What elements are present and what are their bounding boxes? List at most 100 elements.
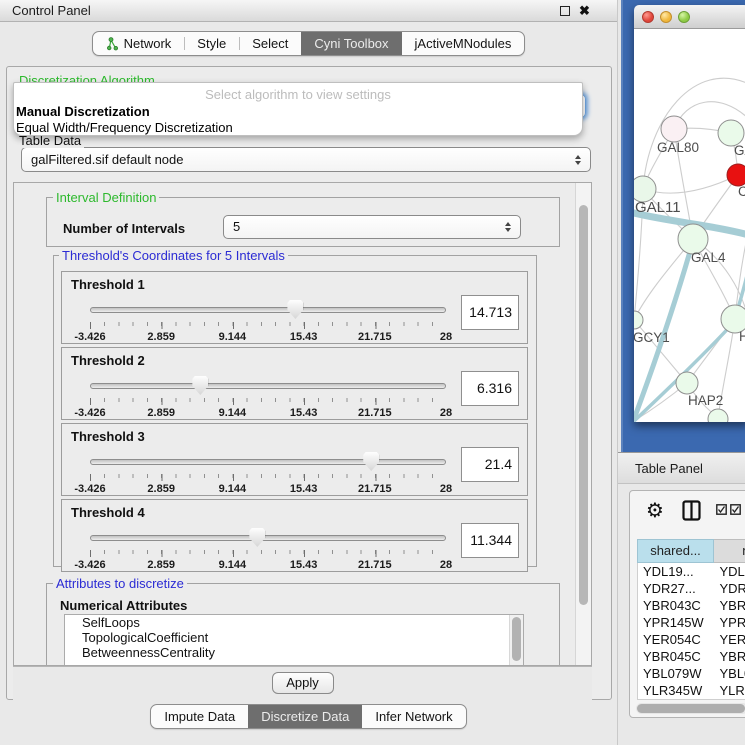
cell[interactable]: YDR2	[714, 580, 745, 597]
tab-select[interactable]: Select	[239, 32, 301, 55]
threshold-3-value-field[interactable]: 21.4	[461, 447, 519, 482]
table-row[interactable]: YBR045CYBR0	[638, 648, 745, 665]
node-gcy1[interactable]	[634, 311, 643, 329]
cell[interactable]: YDL19...	[638, 563, 714, 580]
node-table: shared... na YDL19...YDL1 YDR27...YDR2 Y…	[637, 539, 745, 700]
table-row[interactable]: YBR043CYBR0	[638, 597, 745, 614]
checked-box-icon[interactable]	[716, 504, 727, 515]
option-equal-width-frequency[interactable]: Equal Width/Frequency Discretization	[16, 120, 233, 135]
cell[interactable]: YBR043C	[638, 597, 714, 614]
threshold-1-panel: Threshold 1 -3.426 2.859 9.144 15.43 21.…	[61, 271, 528, 344]
tab-network[interactable]: Network	[93, 32, 185, 55]
option-manual-discretization[interactable]: Manual Discretization	[16, 104, 150, 119]
threshold-4-panel: Threshold 4 -3.426 2.859 9.144 15.43 21.…	[61, 499, 528, 572]
cell[interactable]: YER0	[714, 631, 745, 648]
tick-label: -3.426	[74, 331, 105, 343]
cell[interactable]: YDL1	[714, 563, 745, 580]
threshold-2-value-field[interactable]: 6.316	[461, 371, 519, 406]
cell[interactable]: YER054C	[638, 631, 714, 648]
slider-thumb[interactable]	[363, 452, 379, 471]
node-bottom[interactable]	[708, 409, 728, 422]
slider-track[interactable]	[90, 383, 446, 389]
cell[interactable]: YPR145W	[638, 614, 714, 631]
tab-discretize-data[interactable]: Discretize Data	[248, 705, 362, 728]
combo-arrows-icon	[575, 155, 581, 165]
apply-button[interactable]: Apply	[272, 672, 334, 694]
cell[interactable]: YBL0	[714, 665, 745, 682]
tab-infer-network[interactable]: Infer Network	[362, 705, 465, 728]
node-hap2[interactable]	[676, 372, 698, 394]
number-of-intervals-combobox[interactable]: 5	[223, 215, 521, 239]
table-row[interactable]: YIL052CYIL0	[638, 699, 745, 700]
slider-thumb[interactable]	[287, 300, 303, 319]
table-row[interactable]: YER054CYER0	[638, 631, 745, 648]
float-window-icon[interactable]	[560, 6, 570, 16]
tick-label: 15.43	[290, 407, 318, 419]
cell[interactable]: YLR345W	[638, 682, 714, 699]
list-scrollbar[interactable]	[509, 615, 523, 666]
slider-track[interactable]	[90, 307, 446, 313]
slider-thumb[interactable]	[192, 376, 208, 395]
column-header-name[interactable]: na	[714, 539, 745, 563]
cell[interactable]: YBL079W	[638, 665, 714, 682]
table-row[interactable]: YBL079WYBL0	[638, 665, 745, 682]
node-gal80[interactable]	[661, 116, 687, 142]
column-header-shared-name[interactable]: shared...	[637, 539, 714, 563]
numerical-attributes-list[interactable]: SelfLoops TopologicalCoefficient Between…	[64, 614, 524, 666]
slider-track[interactable]	[90, 535, 446, 541]
settings-vertical-scrollbar[interactable]	[575, 183, 591, 665]
cell[interactable]: YBR0	[714, 648, 745, 665]
table-toolbar: ⚙	[630, 491, 745, 533]
node-selected-red[interactable]	[727, 164, 745, 186]
cell[interactable]: YIL052C	[638, 699, 714, 700]
tab-jactivemnodules[interactable]: jActiveMNodules	[402, 32, 525, 55]
close-icon[interactable]: ✖	[579, 3, 590, 19]
list-item[interactable]: BetweennessCentrality	[65, 645, 523, 660]
table-row[interactable]: YLR345WYLR3	[638, 682, 745, 699]
table-row[interactable]: YDL19...YDL1	[638, 563, 745, 580]
network-window-titlebar[interactable]	[634, 5, 745, 29]
network-icon	[106, 37, 119, 51]
threshold-1-slider[interactable]: -3.426 2.859 9.144 15.43 21.715 28	[90, 300, 446, 342]
minimize-traffic-light-icon[interactable]	[660, 11, 672, 23]
zoom-traffic-light-icon[interactable]	[678, 11, 690, 23]
tick-label: 9.144	[219, 483, 247, 495]
cell[interactable]: YPR1	[714, 614, 745, 631]
tick-label: 2.859	[147, 483, 175, 495]
threshold-2-slider[interactable]: -3.426 2.859 9.144 15.43 21.715 28	[90, 376, 446, 418]
node-label-gcy1: GCY1	[634, 330, 670, 345]
cell[interactable]: YBR045C	[638, 648, 714, 665]
node-label-ga: GA	[734, 143, 745, 158]
slider-major-ticks	[90, 322, 447, 329]
checked-box-icon[interactable]	[730, 504, 741, 515]
thresholds-group-title: Threshold's Coordinates for 5 Intervals	[59, 248, 288, 263]
table-row[interactable]: YPR145WYPR1	[638, 614, 745, 631]
threshold-3-slider[interactable]: -3.426 2.859 9.144 15.43 21.715 28	[90, 452, 446, 494]
number-of-intervals-label: Number of Intervals	[63, 221, 185, 236]
threshold-1-value-field[interactable]: 14.713	[461, 295, 519, 330]
network-canvas[interactable]: GAL80 GA GAL11 C GAL4 GCY1 H HAP2	[634, 29, 745, 422]
desktop-background: GAL80 GA GAL11 C GAL4 GCY1 H HAP2	[621, 0, 745, 452]
node-label-hap2: HAP2	[688, 393, 723, 408]
table-data-combobox[interactable]: galFiltered.sif default node	[21, 147, 591, 172]
cell[interactable]: YBR0	[714, 597, 745, 614]
threshold-4-value-field[interactable]: 11.344	[461, 523, 519, 558]
tab-impute-data[interactable]: Impute Data	[151, 705, 248, 728]
gear-icon[interactable]: ⚙	[646, 498, 664, 522]
tab-cyni-toolbox[interactable]: Cyni Toolbox	[301, 32, 401, 55]
close-traffic-light-icon[interactable]	[642, 11, 654, 23]
table-row[interactable]: YDR27...YDR2	[638, 580, 745, 597]
cell[interactable]: YLR3	[714, 682, 745, 699]
tab-style-label: Style	[197, 36, 226, 51]
columns-icon[interactable]	[682, 500, 701, 526]
cell[interactable]: YDR27...	[638, 580, 714, 597]
tab-style[interactable]: Style	[184, 32, 239, 55]
slider-thumb[interactable]	[249, 528, 265, 547]
slider-major-ticks	[90, 398, 447, 405]
slider-track[interactable]	[90, 459, 446, 465]
threshold-4-slider[interactable]: -3.426 2.859 9.144 15.43 21.715 28	[90, 528, 446, 570]
list-item[interactable]: TopologicalCoefficient	[65, 630, 523, 645]
cell[interactable]: YIL0	[714, 699, 745, 700]
list-item[interactable]: SelfLoops	[65, 615, 523, 630]
table-horizontal-scrollbar[interactable]	[636, 703, 745, 714]
